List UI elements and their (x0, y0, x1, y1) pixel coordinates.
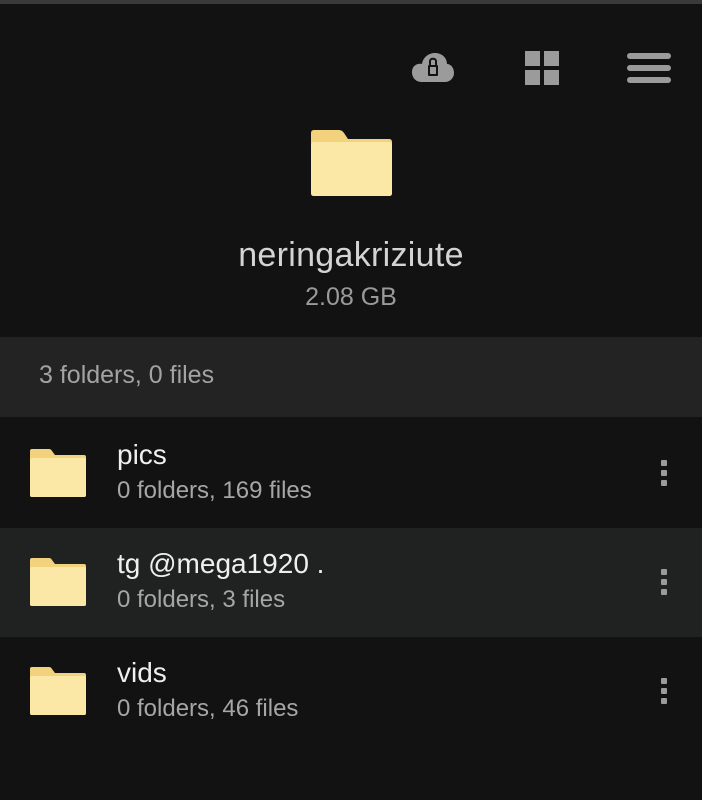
hamburger-menu-icon (627, 53, 671, 83)
cloud-lock-button[interactable] (408, 46, 458, 90)
item-details: 0 folders, 169 files (117, 477, 312, 504)
item-details: 0 folders, 3 files (117, 586, 286, 613)
folder-icon (30, 558, 86, 606)
item-name: vids (117, 657, 167, 688)
list-item[interactable]: tg @mega1920 . 0 folders, 3 files (0, 528, 702, 637)
menu-button[interactable] (624, 46, 674, 90)
folder-icon (30, 667, 86, 715)
folder-title: neringakriziute (238, 236, 464, 274)
grid-view-button[interactable] (520, 46, 564, 90)
folder-icon (311, 130, 392, 196)
item-name: tg @mega1920 . (117, 548, 325, 579)
list-item[interactable]: vids 0 folders, 46 files (0, 637, 702, 746)
list-item[interactable]: pics 0 folders, 169 files (0, 419, 702, 528)
folder-list: pics 0 folders, 169 files tg @mega1920 .… (0, 419, 702, 746)
item-details: 0 folders, 46 files (117, 695, 299, 722)
status-strip (0, 0, 702, 4)
summary-text: 3 folders, 0 files (39, 361, 215, 389)
app-window: neringakriziute 2.08 GB 3 folders, 0 fil… (0, 0, 702, 800)
more-options-icon[interactable] (648, 564, 680, 600)
more-options-icon[interactable] (648, 455, 680, 491)
cloud-lock-icon (412, 53, 454, 82)
folder-icon (30, 449, 86, 497)
grid-view-icon (525, 51, 559, 85)
summary-bar: 3 folders, 0 files (0, 337, 702, 417)
more-options-icon[interactable] (648, 673, 680, 709)
folder-size: 2.08 GB (305, 283, 397, 311)
item-name: pics (117, 439, 167, 470)
